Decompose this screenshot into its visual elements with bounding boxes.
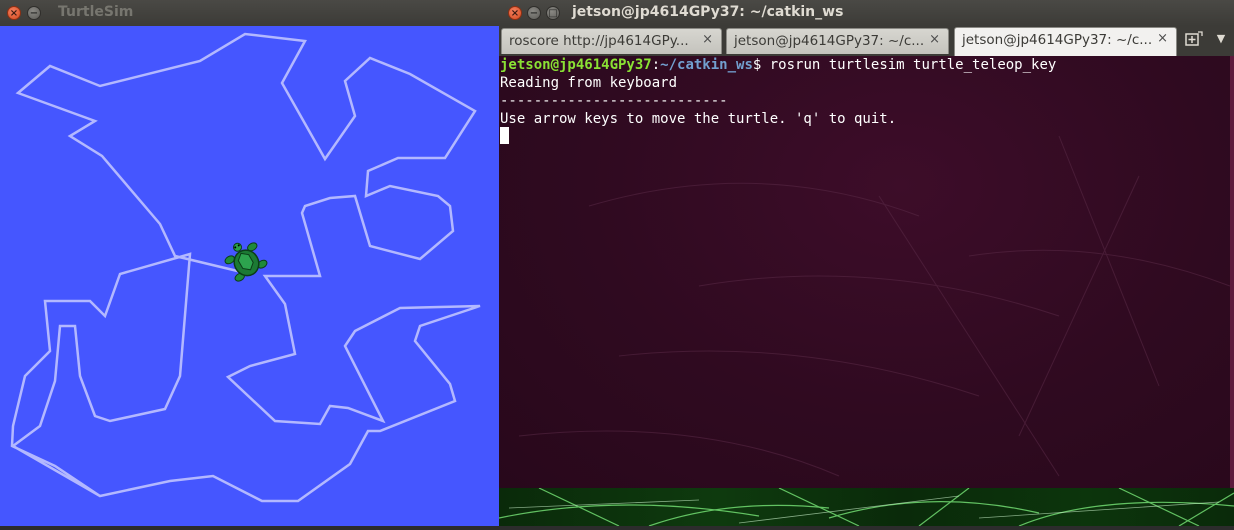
maximize-icon[interactable]: □	[546, 6, 560, 20]
desktop-wallpaper	[499, 488, 1234, 526]
new-tab-icon[interactable]	[1183, 31, 1205, 51]
prompt-separator: :	[651, 57, 661, 73]
turtlesim-titlebar[interactable]: × − TurtleSim	[0, 0, 499, 27]
turtlesim-window: × − TurtleSim	[0, 0, 499, 526]
window-title: jetson@jp4614GPy37: ~/catkin_ws	[572, 4, 844, 20]
close-icon[interactable]: ×	[702, 32, 713, 47]
command-text: rosrun turtlesim turtle_teleop_key	[761, 57, 1057, 73]
close-icon[interactable]: ×	[7, 6, 21, 20]
new-tab-icon-glyph	[1185, 31, 1203, 46]
minimize-icon[interactable]: −	[27, 6, 41, 20]
turtlesim-canvas	[0, 26, 499, 526]
command-line: jetson@jp4614GPy37:~/catkin_ws$ rosrun t…	[500, 56, 1056, 74]
tab-terminal-3[interactable]: jetson@jp4614GPy37: ~/c... ×	[954, 27, 1177, 56]
tab-bar: roscore http://jp4614GPy... × jetson@jp4…	[499, 26, 1234, 56]
terminal-body[interactable]: jetson@jp4614GPy37:~/catkin_ws$ rosrun t…	[499, 56, 1230, 488]
output-line: Use arrow keys to move the turtle. 'q' t…	[500, 111, 897, 127]
terminal-window: × − □ jetson@jp4614GPy37: ~/catkin_ws ro…	[499, 0, 1234, 526]
chevron-down-icon[interactable]: ▼	[1213, 32, 1229, 50]
output-line: Reading from keyboard	[500, 75, 678, 91]
minimize-icon[interactable]: −	[527, 6, 541, 20]
tab-roscore[interactable]: roscore http://jp4614GPy... ×	[501, 28, 722, 54]
tab-label: jetson@jp4614GPy37: ~/c...	[962, 32, 1153, 48]
close-icon[interactable]: ×	[1157, 31, 1168, 46]
tab-label: jetson@jp4614GPy37: ~/c...	[734, 33, 925, 49]
window-title: TurtleSim	[58, 4, 134, 20]
terminal-titlebar[interactable]: × − □ jetson@jp4614GPy37: ~/catkin_ws	[499, 0, 1234, 26]
prompt-path: ~/catkin_ws	[660, 57, 753, 73]
turtle-icon	[224, 242, 268, 282]
output-line: ---------------------------	[500, 93, 728, 109]
close-icon[interactable]: ×	[929, 32, 940, 47]
tab-terminal-2[interactable]: jetson@jp4614GPy37: ~/c... ×	[726, 28, 949, 54]
wallpaper-graphic	[499, 488, 1234, 526]
text-cursor	[500, 127, 509, 144]
prompt-user-host: jetson@jp4614GPy37	[500, 57, 652, 73]
terminal-scrollbar[interactable]	[1230, 56, 1234, 488]
tab-label: roscore http://jp4614GPy...	[509, 33, 689, 49]
close-icon[interactable]: ×	[508, 6, 522, 20]
